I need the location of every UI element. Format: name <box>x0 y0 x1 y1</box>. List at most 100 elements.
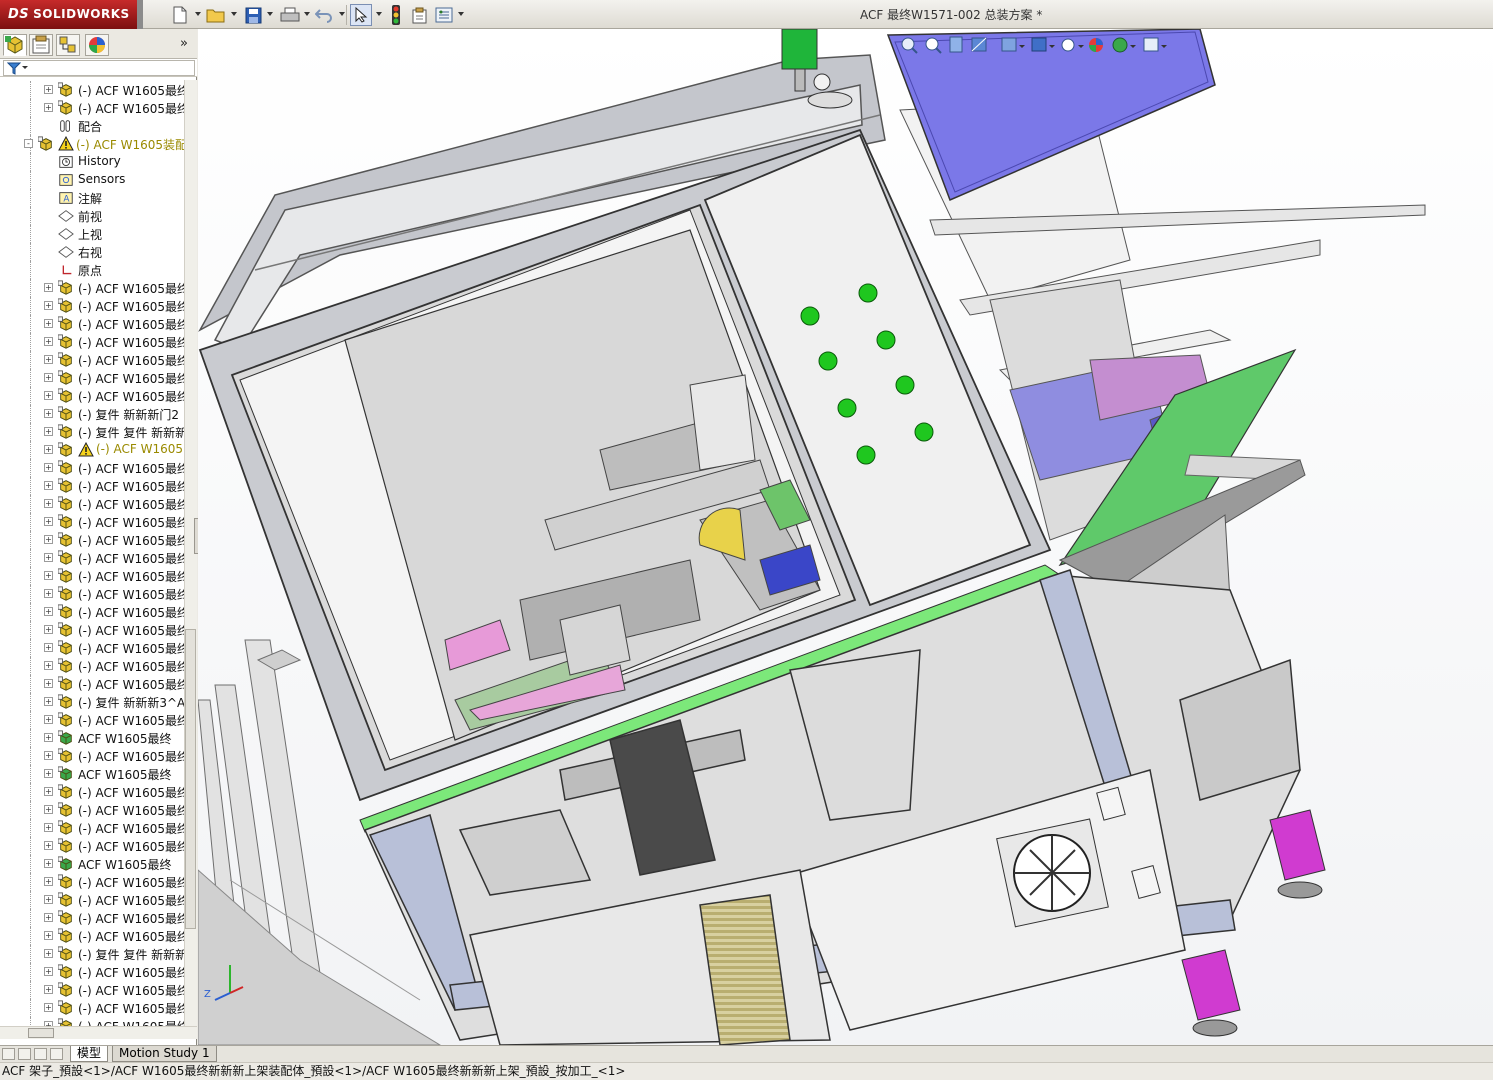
tree-node[interactable]: +(-) ACF W1605最终 <box>0 927 184 945</box>
expand-toggle-icon[interactable]: + <box>44 589 53 598</box>
tree-node[interactable]: +(-) ACF W1605最终 <box>0 315 184 333</box>
edit-appearance-icon[interactable] <box>1089 38 1103 52</box>
graphics-area[interactable]: Z <box>198 29 1493 1045</box>
options-dropdown-icon[interactable] <box>458 12 464 16</box>
first-tab-button[interactable] <box>2 1048 15 1060</box>
expand-toggle-icon[interactable]: + <box>44 319 53 328</box>
view-orientation-icon[interactable] <box>1001 37 1025 52</box>
tree-node[interactable]: +(-) ACF W1605最终 <box>0 549 184 567</box>
tree-node[interactable]: +(-) ACF W1605最终 <box>0 891 184 909</box>
tree-node[interactable]: + (-) 复件 复件 新新新 <box>0 423 184 441</box>
print-dropdown-icon[interactable] <box>304 12 310 16</box>
tree-node[interactable]: +(-) ACF W1605最终 <box>0 603 184 621</box>
tree-node[interactable]: +(-) ACF W1605最终 <box>0 909 184 927</box>
expand-toggle-icon[interactable]: + <box>44 949 53 958</box>
expand-toggle-icon[interactable]: + <box>44 733 53 742</box>
tree-node[interactable]: +(-) ACF W1605最终 <box>0 981 184 999</box>
hide-show-icon[interactable] <box>1061 38 1084 52</box>
zoom-to-fit-icon[interactable] <box>901 37 918 54</box>
horizontal-scroll-thumb[interactable] <box>28 1028 54 1038</box>
tree-node[interactable]: 上视 <box>0 225 184 243</box>
tree-node[interactable]: Sensors <box>0 171 184 189</box>
tree-node[interactable]: + (-) ACF W1605 <box>0 441 184 459</box>
tree-node[interactable]: +(-) ACF W1605最终 <box>0 513 184 531</box>
expand-toggle-icon[interactable]: + <box>44 967 53 976</box>
expand-toggle-icon[interactable]: + <box>44 409 53 418</box>
tree-node[interactable]: +(-) ACF W1605最终 <box>0 783 184 801</box>
tab-motion-study[interactable]: Motion Study 1 <box>112 1046 217 1062</box>
expand-toggle-icon[interactable]: + <box>44 805 53 814</box>
tree-node[interactable]: +(-) ACF W1605最终 <box>0 621 184 639</box>
expand-toggle-icon[interactable]: + <box>44 283 53 292</box>
filter-funnel-icon[interactable] <box>7 61 29 75</box>
solidworks-logo[interactable]: DS SOLIDWORKS <box>0 0 137 29</box>
configuration-manager-tab[interactable] <box>56 34 80 56</box>
tree-node[interactable]: +(-) ACF W1605最终 <box>0 495 184 513</box>
expand-toggle-icon[interactable]: + <box>44 499 53 508</box>
save-icon[interactable] <box>243 4 263 26</box>
tree-node[interactable]: +(-) ACF W1605最终 <box>0 657 184 675</box>
tree-node[interactable]: +(-) ACF W1605最终 <box>0 351 184 369</box>
tree-node[interactable]: +(-) ACF W1605最终 <box>0 1017 184 1026</box>
tree-node[interactable]: + (-) 复件 新新新门2 <box>0 405 184 423</box>
tree-node[interactable]: + ACF W1605最终 <box>0 855 184 873</box>
options-icon[interactable] <box>434 4 454 26</box>
expand-toggle-icon[interactable]: + <box>44 697 53 706</box>
zoom-area-icon[interactable] <box>925 37 942 54</box>
expand-toggle-icon[interactable]: + <box>44 481 53 490</box>
expand-toggle-icon[interactable]: + <box>44 535 53 544</box>
expand-toggle-icon[interactable]: + <box>44 913 53 922</box>
tree-node[interactable]: +(-) ACF W1605最终 <box>0 99 184 117</box>
appearance-manager-tab[interactable] <box>85 34 109 56</box>
expand-toggle-icon[interactable]: + <box>44 859 53 868</box>
expand-toggle-icon[interactable]: + <box>44 625 53 634</box>
tree-node[interactable]: +(-) ACF W1605最终 <box>0 711 184 729</box>
tree-node[interactable]: + ACF W1605最终 <box>0 765 184 783</box>
expand-toggle-icon[interactable]: + <box>44 391 53 400</box>
tree-node[interactable]: 前视 <box>0 207 184 225</box>
expand-toggle-icon[interactable]: + <box>44 571 53 580</box>
tree-node[interactable]: History <box>0 153 184 171</box>
next-tab-button[interactable] <box>34 1048 47 1060</box>
tree-node[interactable]: 配合 <box>0 117 184 135</box>
property-manager-tab[interactable] <box>29 34 53 56</box>
expand-toggle-icon[interactable]: + <box>44 895 53 904</box>
new-dropdown-icon[interactable] <box>195 12 201 16</box>
tree-node[interactable]: +(-) ACF W1605最终 <box>0 639 184 657</box>
tree-node[interactable]: 右视 <box>0 243 184 261</box>
expand-toggle-icon[interactable]: + <box>44 373 53 382</box>
expand-toggle-icon[interactable]: + <box>44 877 53 886</box>
expand-toggle-icon[interactable]: + <box>44 103 53 112</box>
previous-tab-button[interactable] <box>18 1048 31 1060</box>
panel-expand-button[interactable]: » <box>180 36 188 51</box>
tree-node[interactable]: +(-) ACF W1605最终 <box>0 999 184 1017</box>
tree-node[interactable]: +(-) ACF W1605最终 <box>0 585 184 603</box>
tree-node[interactable]: +(-) ACF W1605最终 <box>0 837 184 855</box>
tree-node[interactable]: +(-) ACF W1605最终 <box>0 333 184 351</box>
expand-toggle-icon[interactable]: + <box>44 751 53 760</box>
tree-node[interactable]: +(-) ACF W1605最终 <box>0 801 184 819</box>
expand-toggle-icon[interactable]: + <box>44 355 53 364</box>
new-document-icon[interactable] <box>170 4 190 26</box>
section-view-icon[interactable] <box>971 37 987 52</box>
print-icon[interactable] <box>279 4 301 26</box>
select-arrow-icon[interactable] <box>350 4 372 26</box>
tree-node[interactable]: +(-) ACF W1605最终 <box>0 819 184 837</box>
tree-node[interactable]: +(-) ACF W1605最终 <box>0 675 184 693</box>
tree-node[interactable]: - (-) ACF W1605装配 <box>0 135 184 153</box>
expand-toggle-icon[interactable]: + <box>44 661 53 670</box>
expand-toggle-icon[interactable]: + <box>44 931 53 940</box>
tree-node[interactable]: +(-) ACF W1605最终 <box>0 81 184 99</box>
expand-toggle-icon[interactable]: + <box>44 823 53 832</box>
expand-toggle-icon[interactable]: + <box>44 607 53 616</box>
undo-icon[interactable] <box>314 4 334 26</box>
file-properties-icon[interactable] <box>410 4 430 26</box>
expand-toggle-icon[interactable]: + <box>44 643 53 652</box>
tree-node[interactable]: + (-) 复件 复件 新新新 <box>0 945 184 963</box>
open-dropdown-icon[interactable] <box>231 12 237 16</box>
last-tab-button[interactable] <box>50 1048 63 1060</box>
apply-scene-icon[interactable] <box>1112 37 1136 53</box>
expand-toggle-icon[interactable]: + <box>44 679 53 688</box>
tree-node[interactable]: +(-) ACF W1605最终 <box>0 567 184 585</box>
tab-model[interactable]: 模型 <box>70 1046 109 1062</box>
